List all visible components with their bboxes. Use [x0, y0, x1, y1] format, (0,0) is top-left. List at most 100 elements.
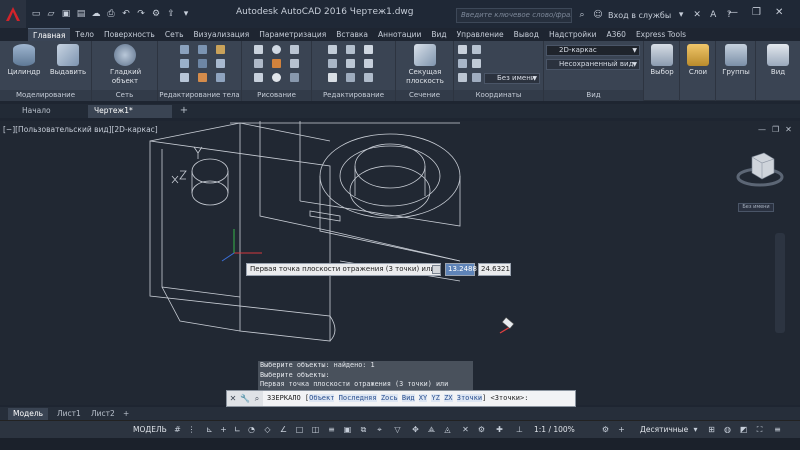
- print-icon[interactable]: ⎙: [105, 9, 117, 20]
- cloud-icon[interactable]: ☁: [90, 9, 102, 20]
- settings-icon[interactable]: ⚙: [600, 424, 611, 435]
- ucs-view-icon[interactable]: [472, 73, 481, 82]
- region-icon[interactable]: [290, 73, 299, 82]
- undo-icon[interactable]: ↶: [120, 9, 132, 20]
- polyline-icon[interactable]: [290, 45, 299, 54]
- ucs-z-icon[interactable]: [458, 73, 467, 82]
- viewport-minimize-icon[interactable]: —: [758, 125, 766, 134]
- exchange-icon[interactable]: ✕: [691, 9, 703, 21]
- rotate-icon[interactable]: [346, 45, 355, 54]
- option-zaxis[interactable]: Zось: [380, 394, 398, 402]
- groups-button[interactable]: Группы: [718, 44, 754, 77]
- quick-properties-icon[interactable]: ▾: [690, 424, 701, 435]
- layers-button[interactable]: Слои: [682, 44, 714, 77]
- tab-output[interactable]: Вывод: [509, 28, 544, 41]
- copy-icon[interactable]: [364, 45, 373, 54]
- panel-title-draw[interactable]: Рисование: [242, 90, 311, 101]
- option-object[interactable]: Объект: [309, 394, 335, 402]
- option-zx[interactable]: ZX: [444, 394, 453, 402]
- workspace-switch-icon[interactable]: ⚙: [476, 424, 487, 435]
- osnap-icon[interactable]: □: [294, 424, 305, 435]
- add-layout-icon[interactable]: +: [118, 408, 134, 420]
- ucs-y-icon[interactable]: [472, 59, 481, 68]
- option-3points[interactable]: 3точки: [456, 394, 483, 402]
- infer-icon[interactable]: ⊾: [204, 424, 215, 435]
- tab-surface[interactable]: Поверхность: [99, 28, 160, 41]
- tab-view[interactable]: Вид: [426, 28, 451, 41]
- isolate-objects-icon[interactable]: ◍: [722, 424, 733, 435]
- shell-icon[interactable]: [216, 59, 225, 68]
- view-button[interactable]: Вид: [760, 44, 796, 77]
- erase-icon[interactable]: [328, 73, 337, 82]
- separate-icon[interactable]: [180, 73, 189, 82]
- point-icon[interactable]: [272, 73, 281, 82]
- otrack-icon[interactable]: ∠: [278, 424, 289, 435]
- dynamic-input-x[interactable]: 13.2488: [445, 263, 477, 276]
- new-tab-icon[interactable]: +: [178, 105, 190, 117]
- tab-start[interactable]: Начало: [16, 105, 57, 118]
- stretch-icon[interactable]: [346, 59, 355, 68]
- plus-icon[interactable]: +: [616, 424, 627, 435]
- option-yz[interactable]: YZ: [431, 394, 440, 402]
- panel-title-modeling[interactable]: Моделирование: [0, 90, 91, 101]
- tab-addins[interactable]: Надстройки: [544, 28, 602, 41]
- lock-ui-icon[interactable]: ⊞: [706, 424, 717, 435]
- dynamic-ucs-icon[interactable]: ⌖: [374, 424, 385, 435]
- open-file-icon[interactable]: ▱: [45, 9, 57, 20]
- scale-icon[interactable]: [364, 59, 373, 68]
- new-file-icon[interactable]: ▭: [30, 9, 42, 20]
- mirror-icon[interactable]: [328, 59, 337, 68]
- close-icon[interactable]: ✕: [227, 391, 239, 406]
- option-xy[interactable]: XY: [418, 394, 428, 402]
- panel-title-mesh[interactable]: Сеть: [92, 90, 157, 101]
- option-last[interactable]: Последняя: [338, 394, 377, 402]
- auto-scale-icon[interactable]: ◬: [442, 424, 453, 435]
- save-icon[interactable]: ▣: [60, 9, 72, 20]
- section-plane-button[interactable]: Секущая плоскость: [402, 44, 448, 86]
- panel-title-solid-edit[interactable]: Редактирование тела: [158, 90, 241, 101]
- drawing-viewport[interactable]: [−][Пользовательский вид][2D-каркас] — ❐…: [0, 121, 800, 407]
- imprint-icon[interactable]: [216, 73, 225, 82]
- selection-cycling-icon[interactable]: ⧉: [358, 424, 369, 435]
- command-line[interactable]: ✕ 🔧 ⌕ ЗЗЕРКАЛО [Объект Последняя Zось Ви…: [226, 390, 576, 407]
- tab-insert[interactable]: Вставка: [331, 28, 373, 41]
- tab-express-tools[interactable]: Express Tools: [631, 28, 691, 41]
- tab-a360[interactable]: A360: [601, 28, 630, 41]
- tab-home[interactable]: Главная: [28, 28, 71, 41]
- union-icon[interactable]: [180, 45, 189, 54]
- a360-icon[interactable]: A: [707, 9, 719, 21]
- move-icon[interactable]: [328, 45, 337, 54]
- user-icon[interactable]: ☺: [592, 9, 604, 21]
- redo-icon[interactable]: ↷: [135, 9, 147, 20]
- panel-title-view[interactable]: Вид: [544, 90, 643, 101]
- named-view-dropdown[interactable]: Несохраненный вид ▼: [546, 59, 640, 70]
- hatch-icon[interactable]: [272, 59, 281, 68]
- viewcube[interactable]: [736, 152, 784, 187]
- search-input[interactable]: Введите ключевое слово/фразу: [456, 8, 572, 23]
- panel-title-coordinates[interactable]: Координаты: [454, 90, 543, 101]
- intersect-icon[interactable]: [180, 59, 189, 68]
- tab-drawing1[interactable]: Чертеж1*: [88, 105, 172, 118]
- wrench-icon[interactable]: 🔧: [239, 391, 251, 406]
- extract-edges-icon[interactable]: [198, 73, 207, 82]
- save-as-icon[interactable]: ▤: [75, 9, 87, 20]
- ortho-icon[interactable]: ∟: [232, 424, 243, 435]
- transparency-icon[interactable]: ▣: [342, 424, 353, 435]
- annotation-scale-icon[interactable]: ✕: [460, 424, 471, 435]
- maximize-icon[interactable]: ❐: [752, 7, 761, 18]
- model-space-toggle[interactable]: МОДЕЛЬ: [133, 425, 167, 434]
- options-arrow-icon[interactable]: [432, 265, 441, 274]
- subtract-icon[interactable]: [198, 45, 207, 54]
- array-icon[interactable]: [346, 73, 355, 82]
- visual-style-dropdown[interactable]: 2D-каркас ▼: [546, 45, 640, 56]
- annotation-visibility-icon[interactable]: ⟁: [426, 424, 437, 435]
- clean-screen-icon[interactable]: ⛶: [754, 424, 765, 435]
- circle-icon[interactable]: [272, 45, 281, 54]
- binoculars-icon[interactable]: ⌕: [576, 9, 588, 21]
- application-menu-button[interactable]: [0, 0, 26, 28]
- option-view[interactable]: Вид: [401, 394, 415, 402]
- arc-icon[interactable]: [254, 59, 263, 68]
- close-icon[interactable]: ✕: [775, 7, 783, 18]
- dropdown-icon[interactable]: ▾: [675, 9, 687, 21]
- tab-mesh[interactable]: Сеть: [160, 28, 189, 41]
